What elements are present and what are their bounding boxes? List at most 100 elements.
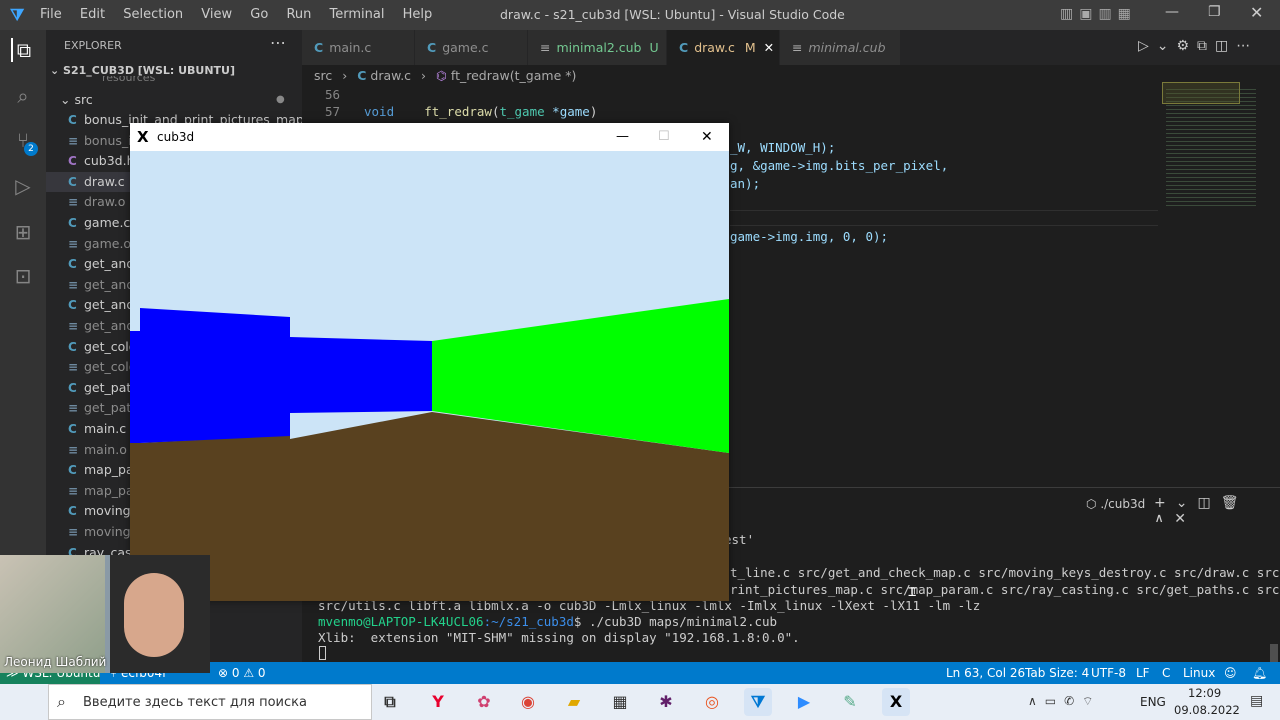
language-mode[interactable]: C: [1162, 662, 1170, 684]
tab-minimal-cub[interactable]: ≡ minimal.cub: [780, 30, 900, 65]
c-file-icon: C: [68, 154, 77, 169]
file-explorer-icon[interactable]: ▰: [560, 688, 588, 716]
encoding[interactable]: UTF-8: [1091, 662, 1126, 684]
feedback-icon[interactable]: ☺: [1224, 662, 1237, 684]
breadcrumb-folder[interactable]: src: [314, 68, 332, 83]
clock-time[interactable]: 12:09: [1188, 686, 1221, 700]
input-language[interactable]: ENG: [1140, 695, 1166, 709]
src-folder-label: src: [74, 92, 93, 107]
task-view-icon[interactable]: ⧉: [376, 688, 404, 716]
code-token: t_game: [499, 104, 545, 119]
explorer-more-icon[interactable]: ⋯: [270, 33, 286, 52]
problems-indicator[interactable]: ⊗ 0 ⚠ 0: [218, 662, 266, 684]
cub3d-maximize-button[interactable]: ☐: [658, 123, 670, 151]
menu-view[interactable]: View: [201, 7, 232, 22]
file-label: main.c: [84, 421, 127, 436]
menu-terminal[interactable]: Terminal: [330, 7, 385, 22]
explorer-icon[interactable]: ⧉: [11, 38, 35, 62]
notification-center-icon[interactable]: ▤: [1250, 693, 1263, 709]
blue-wall-left: [130, 308, 290, 443]
tab-label: main.c: [329, 40, 372, 55]
chrome-icon[interactable]: ◉: [514, 688, 542, 716]
tab-label: draw.c: [694, 40, 735, 55]
file-label: draw.o: [84, 194, 126, 210]
notifications-icon[interactable]: 🔔︎: [1252, 662, 1267, 684]
menu-selection[interactable]: Selection: [123, 7, 183, 22]
xlaunch-icon[interactable]: X: [882, 688, 910, 716]
code-fragment: g, &game->img.bits_per_pixel,: [730, 158, 949, 173]
ubuntu-icon[interactable]: ◎: [698, 688, 726, 716]
window-title: draw.c - s21_cub3d [WSL: Ubuntu] - Visua…: [500, 7, 845, 22]
prompt-user: mvenmo@LAPTOP-LK4UCL06: [318, 614, 484, 629]
cub3d-titlebar[interactable]: X cub3d — ☐ ✕: [130, 123, 729, 151]
minimize-button[interactable]: —: [1165, 4, 1185, 20]
platform[interactable]: Linux: [1183, 662, 1215, 684]
tab-size[interactable]: Tab Size: 4: [1025, 662, 1089, 684]
menu-help[interactable]: Help: [403, 7, 433, 22]
run-debug-icon[interactable]: ▷: [11, 174, 35, 198]
minimap[interactable]: [1160, 80, 1270, 220]
search-icon[interactable]: ⌕: [11, 84, 35, 108]
yandex-browser-icon[interactable]: Y: [424, 688, 452, 716]
c-file-icon: C: [357, 68, 367, 83]
editor-actions[interactable]: ▷⌄⚙⧉◫⋯: [1138, 38, 1258, 54]
tab-minimal2-cub[interactable]: ≡ minimal2.cub U: [528, 30, 666, 65]
mouse-cursor-icon: ⌶: [908, 584, 917, 600]
search-box[interactable]: ⌕ Введите здесь текст для поиска: [48, 684, 372, 720]
cub3d-close-button[interactable]: ✕: [701, 123, 713, 151]
raycast-render[interactable]: [130, 151, 729, 601]
maximize-button[interactable]: ❐: [1208, 4, 1228, 20]
paint-icon[interactable]: ✎: [836, 688, 864, 716]
minimap-code-lines: [1166, 86, 1256, 206]
file-label: game.c: [84, 215, 131, 230]
c-file-icon: C: [68, 339, 77, 354]
tab-badge: M: [744, 40, 756, 55]
close-button[interactable]: ✕: [1250, 3, 1270, 22]
tray-icons[interactable]: ∧▭✆⌔: [1028, 694, 1101, 709]
eol[interactable]: LF: [1136, 662, 1150, 684]
terminal-shell-name: ./cub3d: [1100, 497, 1146, 511]
terminal-prompt-line: mvenmo@LAPTOP-LK4UCL06:~/s21_cub3d$ ./cu…: [318, 614, 777, 629]
terminal-scrollbar[interactable]: [1270, 644, 1278, 662]
object-file-icon: ≡: [68, 401, 79, 416]
tab-game-c[interactable]: Cgame.c: [415, 30, 527, 65]
layout-toggle-icons[interactable]: ▥▣▥▦: [1060, 6, 1137, 22]
webcam-face: [110, 555, 210, 673]
menu-run[interactable]: Run: [286, 7, 311, 22]
extensions-icon[interactable]: ⊞: [11, 220, 35, 244]
code-token: void: [364, 104, 395, 119]
code-line-57: void ft_redraw(t_game *game): [364, 104, 598, 119]
code-token: *game: [552, 104, 590, 119]
resources-folder-row[interactable]: resources: [102, 76, 155, 82]
breadcrumb-file[interactable]: draw.c: [370, 68, 411, 83]
remote-explorer-icon[interactable]: ⊡: [11, 264, 35, 288]
modified-dot-icon: ●: [276, 94, 285, 105]
tab-draw-c[interactable]: Cdraw.c M ✕: [667, 30, 779, 65]
menu-file[interactable]: File: [40, 7, 62, 22]
breadcrumb-symbol[interactable]: ft_redraw(t_game *): [451, 68, 576, 83]
slack-icon[interactable]: ✱: [652, 688, 680, 716]
src-folder-row[interactable]: ⌄ src: [60, 92, 93, 107]
menu-go[interactable]: Go: [250, 7, 268, 22]
shell-icon: ⬡: [1086, 497, 1097, 511]
c-file-icon: C: [68, 298, 77, 313]
tab-label: minimal.cub: [808, 40, 886, 55]
clock-date[interactable]: 09.08.2022: [1174, 703, 1240, 717]
app-icon[interactable]: ✿: [470, 688, 498, 716]
menu-edit[interactable]: Edit: [80, 7, 105, 22]
tab-main-c[interactable]: Cmain.c: [302, 30, 414, 65]
zoom-icon[interactable]: ▶: [790, 688, 818, 716]
terminal-line: t_line.c src/get_and_check_map.c src/mov…: [730, 565, 1280, 580]
tab-close-icon[interactable]: ✕: [764, 40, 774, 55]
cursor-position[interactable]: Ln 63, Col 26: [946, 662, 1025, 684]
prompt-path: :~/s21_cub3d: [483, 614, 574, 629]
vscode-icon[interactable]: ⧩: [744, 688, 772, 716]
cub3d-window[interactable]: X cub3d — ☐ ✕: [130, 123, 729, 601]
function-symbol-icon: ⌬: [436, 68, 447, 83]
object-file-icon: ≡: [68, 525, 79, 539]
calculator-icon[interactable]: ▦: [606, 688, 634, 716]
terminal-shell-label[interactable]: ⬡ ./cub3d: [1086, 497, 1145, 511]
c-file-icon: C: [68, 422, 77, 436]
cub3d-minimize-button[interactable]: —: [616, 123, 629, 151]
chevron-right-icon: ›: [342, 68, 348, 83]
